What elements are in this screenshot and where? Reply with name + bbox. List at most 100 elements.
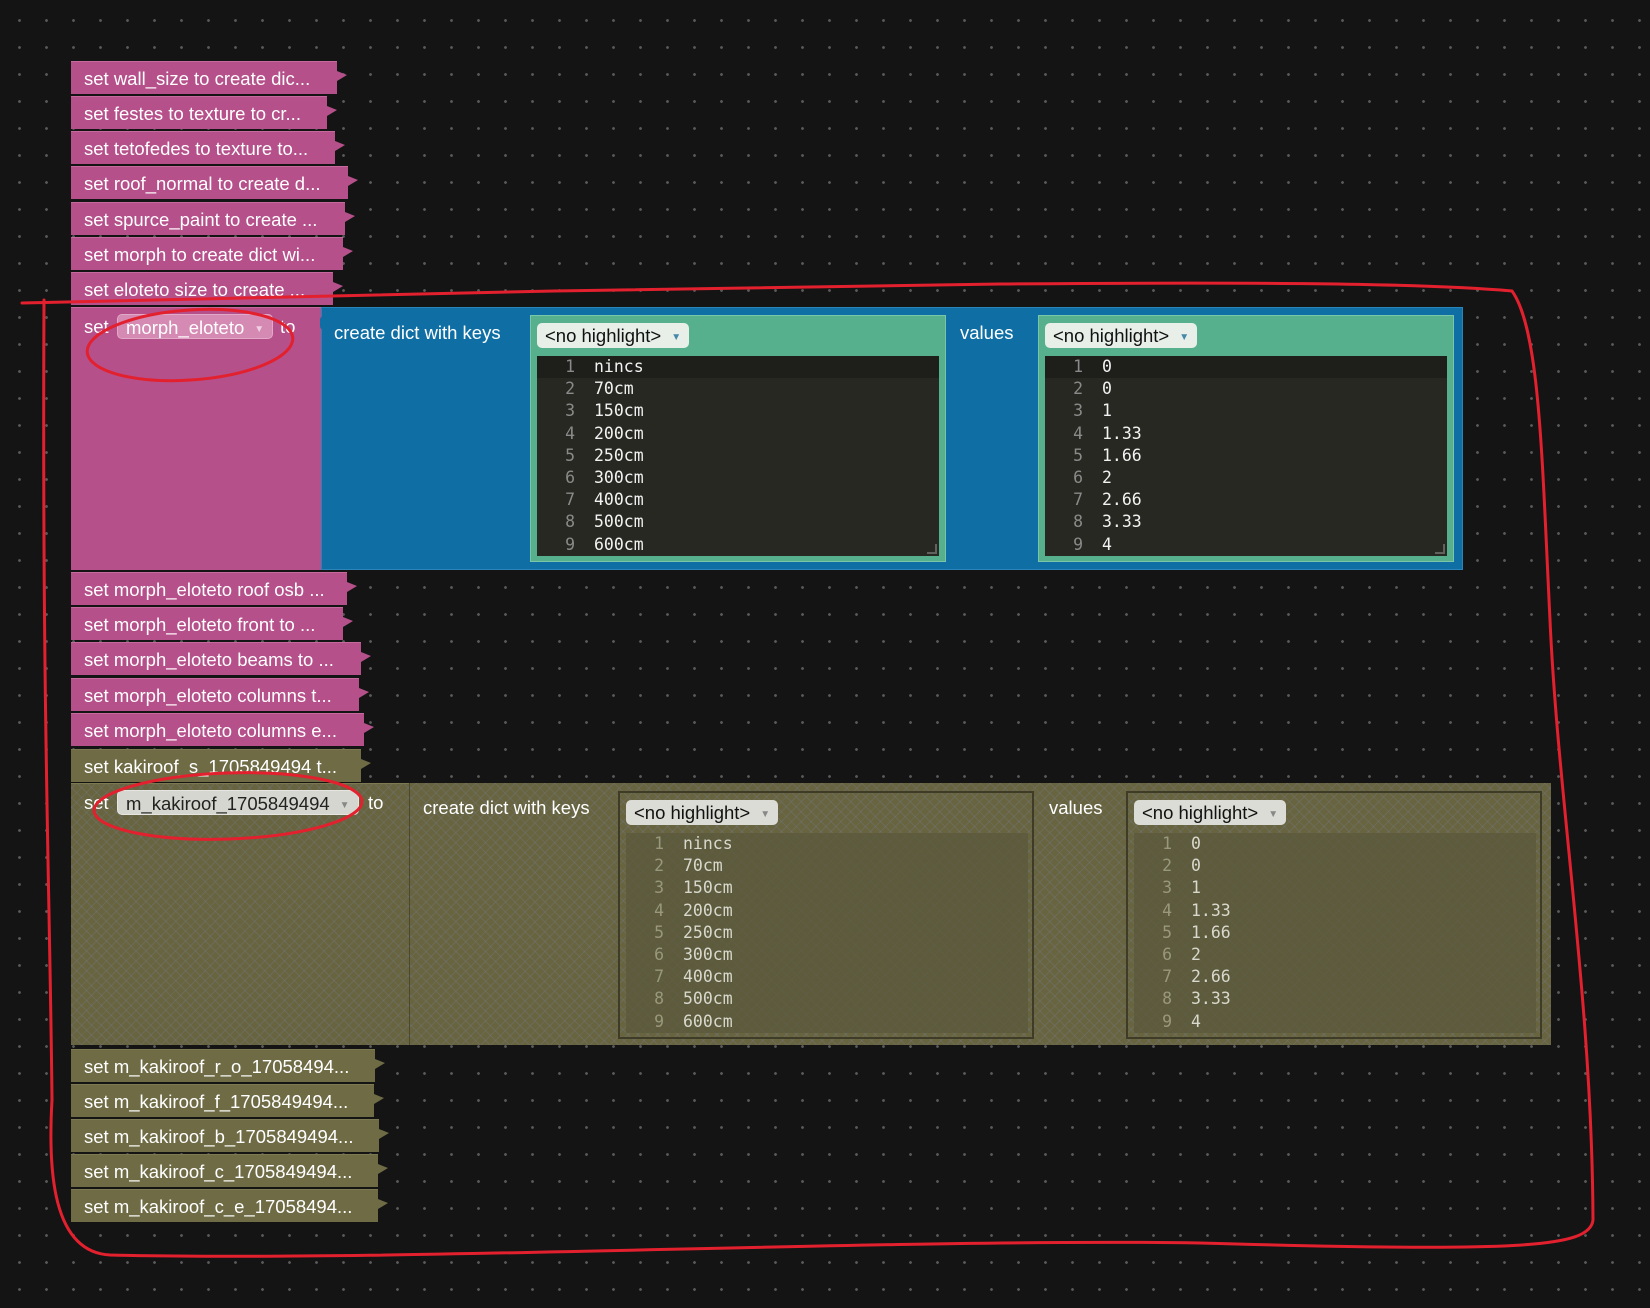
line-number: 5: [565, 445, 575, 465]
variable-name: morph_eloteto: [126, 317, 245, 338]
keys-code-editor[interactable]: 1 nincs 2 70cm 3 150cm 4 200cm 5 250cm 6 300cm 7 400c…: [537, 356, 939, 556]
variable-set-block[interactable]: set spurce_paint to create ...: [71, 202, 355, 235]
code-line[interactable]: 5 250cm: [537, 445, 939, 467]
keys-text-block-disabled[interactable]: <no highlight> ▼ 1 nincs 2 70cm 3 150cm 4 200cm 5…: [618, 791, 1034, 1039]
code-line[interactable]: 62: [1045, 467, 1447, 489]
set-keyword: set: [84, 316, 109, 337]
variable-set-block[interactable]: set morph to create dict wi...: [71, 237, 353, 270]
resize-handle[interactable]: [927, 544, 937, 554]
code-line[interactable]: 8 500cm: [537, 511, 939, 533]
code-line[interactable]: 1 nincs: [626, 833, 1028, 855]
code-line[interactable]: 4 200cm: [626, 900, 1028, 922]
values-text-block-disabled[interactable]: <no highlight> ▼ 1 0 2 0 3 1 4 1.33 5 1.66 6 2 7 2.66 8…: [1126, 791, 1542, 1039]
variable-set-block[interactable]: set morph_eloteto front to ...: [71, 607, 353, 640]
code-line[interactable]: 7 2.66: [1045, 489, 1447, 511]
code-line[interactable]: 6 300cm: [626, 944, 1028, 966]
code-line[interactable]: 7 400cm: [537, 489, 939, 511]
highlight-dropdown[interactable]: <no highlight> ▼: [626, 800, 779, 825]
code-line[interactable]: 2 70cm: [537, 378, 939, 400]
line-number: 2: [654, 856, 664, 876]
code-line[interactable]: 20: [1134, 855, 1536, 877]
code-line[interactable]: 4 1.33: [1045, 423, 1447, 445]
line-text: 70cm: [594, 379, 634, 399]
variable-set-block[interactable]: set m_kakiroof_r_o_17058494...: [71, 1049, 385, 1082]
code-line[interactable]: 8 3.33: [1045, 511, 1447, 533]
code-line[interactable]: 94: [1134, 1011, 1536, 1033]
line-text: 4: [1102, 534, 1112, 554]
line-number: 7: [565, 490, 575, 510]
line-text: nincs: [683, 834, 733, 853]
keys-code-editor[interactable]: 1 nincs 2 70cm 3 150cm 4 200cm 5 250cm 6 300cm 7 400c…: [626, 833, 1028, 1033]
line-number: 4: [654, 900, 664, 920]
line-number: 2: [1073, 379, 1083, 399]
code-line[interactable]: 5 1.66: [1045, 445, 1447, 467]
code-line[interactable]: 31: [1134, 877, 1536, 899]
variable-set-block[interactable]: set tetofedes to texture to...: [71, 131, 345, 164]
variable-set-block[interactable]: set m_kakiroof_f_1705849494...: [71, 1084, 384, 1117]
code-line[interactable]: 20: [1045, 378, 1447, 400]
line-text: 1.66: [1102, 445, 1142, 465]
set-morph-eloteto-block[interactable]: set morph_eloteto ▼ to: [71, 307, 321, 570]
set-m-kakiroof-block[interactable]: set m_kakiroof_1705849494 ▼ to: [71, 783, 409, 1045]
code-line[interactable]: 8 3.33: [1134, 988, 1536, 1010]
variable-set-block[interactable]: set kakiroof_s_1705849494 t...: [71, 749, 371, 782]
highlight-value: <no highlight>: [545, 325, 662, 346]
values-label: values: [1049, 797, 1103, 818]
code-line[interactable]: 4 200cm: [537, 423, 939, 445]
variable-set-block[interactable]: set m_kakiroof_b_1705849494...: [71, 1119, 389, 1152]
line-text: 0: [1191, 856, 1201, 876]
variable-dropdown[interactable]: m_kakiroof_1705849494 ▼: [117, 790, 359, 815]
highlight-dropdown[interactable]: <no highlight> ▼: [1134, 800, 1287, 825]
code-line[interactable]: 31: [1045, 400, 1447, 422]
line-text: 200cm: [594, 423, 644, 443]
code-line[interactable]: 10: [1045, 356, 1447, 379]
code-line[interactable]: 6 300cm: [537, 467, 939, 489]
code-line[interactable]: 5 1.66: [1134, 922, 1536, 944]
highlight-dropdown[interactable]: <no highlight> ▼: [1045, 323, 1198, 348]
code-line[interactable]: 7 2.66: [1134, 966, 1536, 988]
values-text-block[interactable]: <no highlight> ▼ 1 0 2 0 3 1 4 1.33 5 1.66 6 2 7 2.66 8…: [1038, 315, 1454, 562]
line-text: 250cm: [594, 445, 644, 465]
values-code-editor[interactable]: 1 0 2 0 3 1 4 1.33 5 1.66 6 2 7 2.66 8 3.33 9 4: [1045, 356, 1447, 556]
code-line[interactable]: 62: [1134, 944, 1536, 966]
code-line[interactable]: 9 600cm: [537, 534, 939, 556]
highlight-value: <no highlight>: [634, 802, 751, 823]
line-text: 3.33: [1191, 989, 1231, 1009]
keys-text-block[interactable]: <no highlight> ▼ 1 nincs 2 70cm 3 150cm 4 200cm 5…: [530, 315, 946, 562]
code-line[interactable]: 5 250cm: [626, 922, 1028, 944]
code-line[interactable]: 4 1.33: [1134, 900, 1536, 922]
variable-set-block[interactable]: set morph_eloteto roof osb ...: [71, 572, 357, 605]
variable-set-block[interactable]: set m_kakiroof_c_1705849494...: [71, 1154, 388, 1187]
line-number: 5: [1073, 445, 1083, 465]
line-text: nincs: [594, 357, 644, 376]
code-line[interactable]: 3 150cm: [626, 877, 1028, 899]
variable-set-block[interactable]: set wall_size to create dic...: [71, 61, 347, 94]
variable-dropdown[interactable]: morph_eloteto ▼: [117, 314, 274, 339]
highlight-dropdown[interactable]: <no highlight> ▼: [537, 323, 690, 348]
line-text: 500cm: [594, 512, 644, 532]
code-line[interactable]: 7 400cm: [626, 966, 1028, 988]
code-line[interactable]: 10: [1134, 833, 1536, 855]
variable-set-block[interactable]: set morph_eloteto columns e...: [71, 713, 374, 746]
line-number: 6: [565, 467, 575, 487]
code-line[interactable]: 3 150cm: [537, 400, 939, 422]
line-number: 5: [654, 922, 664, 942]
resize-handle[interactable]: [1435, 544, 1445, 554]
variable-set-block[interactable]: set m_kakiroof_c_e_17058494...: [71, 1189, 388, 1222]
variable-set-block[interactable]: set morph_eloteto columns t...: [71, 678, 369, 711]
values-code-editor[interactable]: 1 0 2 0 3 1 4 1.33 5 1.66 6 2 7 2.66 8 3.33 9 4: [1134, 833, 1536, 1033]
variable-set-block[interactable]: set festes to texture to cr...: [71, 96, 337, 129]
code-line[interactable]: 1 nincs: [537, 356, 939, 379]
code-line[interactable]: 8 500cm: [626, 988, 1028, 1010]
variable-set-block[interactable]: set morph_eloteto beams to ...: [71, 642, 371, 675]
code-line[interactable]: 2 70cm: [626, 855, 1028, 877]
variable-set-block[interactable]: set eloteto size to create ...: [71, 272, 343, 305]
variable-set-block[interactable]: set roof_normal to create d...: [71, 166, 358, 199]
line-number: 3: [1073, 401, 1083, 421]
line-number: 1: [1073, 357, 1083, 376]
code-line[interactable]: 94: [1045, 534, 1447, 556]
line-text: 400cm: [683, 967, 733, 987]
line-number: 9: [1162, 1011, 1172, 1031]
line-number: 7: [1073, 490, 1083, 510]
code-line[interactable]: 9 600cm: [626, 1011, 1028, 1033]
